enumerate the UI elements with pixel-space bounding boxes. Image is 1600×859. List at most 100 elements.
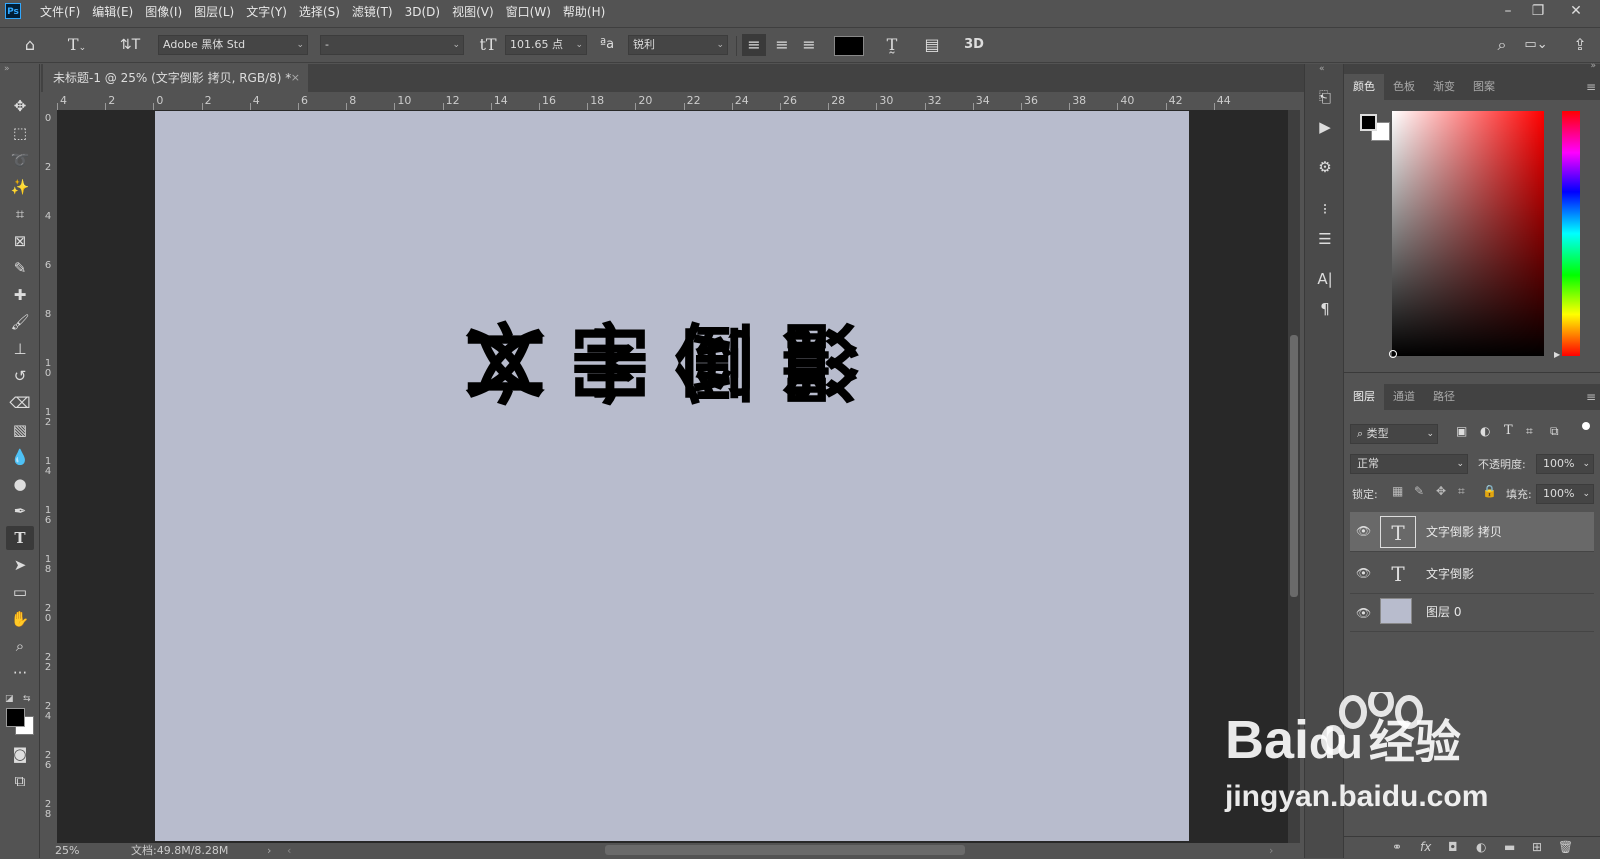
font-family-select[interactable]: Adobe 黑体 Std ⌄ xyxy=(158,35,308,55)
screen-mode-icon[interactable]: ⧉ xyxy=(6,769,34,793)
menu-view[interactable]: 视图(V) xyxy=(446,0,500,24)
character-panel-strip-icon[interactable]: A| xyxy=(1311,266,1339,292)
tab-paths[interactable]: 路径 xyxy=(1424,384,1464,410)
eyedropper-tool-icon[interactable]: ✎ xyxy=(6,256,34,280)
home-icon[interactable]: ⌂ xyxy=(18,34,42,56)
pen-tool-icon[interactable]: ✒ xyxy=(6,499,34,523)
tab-channels[interactable]: 通道 xyxy=(1384,384,1424,410)
blur-tool-icon[interactable]: 💧 xyxy=(6,445,34,469)
tab-close-icon[interactable]: × xyxy=(291,64,300,92)
type-tool-preset-icon[interactable]: T⌄ xyxy=(62,34,92,56)
quick-mask-icon[interactable]: ◙ xyxy=(6,742,34,766)
document-canvas[interactable]: 文 字 倒 影 文 字 倒 影 xyxy=(155,111,1189,841)
zoom-tool-icon[interactable]: ⌕ xyxy=(6,634,34,658)
hue-slider-handle[interactable]: ▶ xyxy=(1554,350,1560,359)
foreground-color-swatch[interactable] xyxy=(6,708,25,727)
move-tool-icon[interactable]: ✥ xyxy=(6,94,34,118)
properties-panel-icon[interactable]: ⚙ xyxy=(1311,154,1339,180)
font-size-select[interactable]: 101.65 点 ⌄ xyxy=(505,35,587,55)
gradient-tool-icon[interactable]: ▧ xyxy=(6,418,34,442)
menu-filter[interactable]: 滤镜(T) xyxy=(346,0,399,24)
lock-pixels-icon[interactable]: ✎ xyxy=(1414,484,1424,498)
new-adjustment-icon[interactable]: ◐ xyxy=(1476,840,1486,854)
adjustments-panel-icon[interactable]: ☰ xyxy=(1311,226,1339,252)
layer-row-text-copy[interactable]: 👁 T 文字倒影 拷贝 xyxy=(1350,512,1594,552)
menu-window[interactable]: 窗口(W) xyxy=(500,0,557,24)
horizontal-scroll-thumb[interactable] xyxy=(605,845,965,855)
layers-panel-menu-icon[interactable]: ≡ xyxy=(1586,384,1596,410)
stamp-tool-icon[interactable]: ⊥ xyxy=(6,337,34,361)
lock-transparency-icon[interactable]: ▦ xyxy=(1392,484,1403,498)
menu-edit[interactable]: 编辑(E) xyxy=(86,0,139,24)
dodge-tool-icon[interactable]: ● xyxy=(6,472,34,496)
minimize-icon[interactable]: – xyxy=(1493,0,1523,24)
filter-smart-object-icon[interactable]: ⧉ xyxy=(1550,424,1559,439)
menu-help[interactable]: 帮助(H) xyxy=(557,0,611,24)
swap-colors-icon[interactable]: ⇆ xyxy=(23,694,31,704)
workspace-icon[interactable]: ▭⌄ xyxy=(1520,34,1552,56)
menu-3d[interactable]: 3D(D) xyxy=(399,0,446,24)
close-icon[interactable]: ✕ xyxy=(1561,0,1591,24)
menu-type[interactable]: 文字(Y) xyxy=(240,0,293,24)
filter-shape-icon[interactable]: ⌗ xyxy=(1526,424,1533,439)
marquee-tool-icon[interactable]: ⬚ xyxy=(6,121,34,145)
visibility-eye-icon[interactable]: 👁 xyxy=(1356,524,1371,538)
layer-filter-select[interactable]: ⌕ 类型 ⌄ xyxy=(1350,424,1438,444)
frame-tool-icon[interactable]: ⊠ xyxy=(6,229,34,253)
layer-row-text[interactable]: 👁 T 文字倒影 xyxy=(1350,554,1594,594)
lock-position-icon[interactable]: ✥ xyxy=(1436,484,1446,498)
collapse-strip-icon[interactable]: « xyxy=(1319,64,1325,74)
visibility-eye-icon[interactable]: 👁 xyxy=(1356,566,1371,580)
document-tab[interactable]: 未标题-1 @ 25% (文字倒影 拷贝, RGB/8) * × xyxy=(43,64,308,92)
blend-mode-select[interactable]: 正常 ⌄ xyxy=(1350,454,1468,474)
lock-all-icon[interactable]: 🔒 xyxy=(1482,484,1497,498)
path-selection-tool-icon[interactable]: ➤ xyxy=(6,553,34,577)
tab-gradients[interactable]: 渐变 xyxy=(1424,74,1464,100)
color-panel-menu-icon[interactable]: ≡ xyxy=(1586,74,1596,100)
healing-brush-tool-icon[interactable]: ✚ xyxy=(6,283,34,307)
search-icon[interactable]: ⌕ xyxy=(1490,34,1514,56)
text-orientation-icon[interactable]: ⇅T xyxy=(118,34,142,56)
color-saturation-field[interactable] xyxy=(1392,111,1544,356)
fill-field[interactable]: 100% ⌄ xyxy=(1536,484,1594,504)
share-icon[interactable]: ⇪ xyxy=(1568,34,1592,56)
eraser-tool-icon[interactable]: ⌫ xyxy=(6,391,34,415)
menu-file[interactable]: 文件(F) xyxy=(34,0,86,24)
tab-swatches[interactable]: 色板 xyxy=(1384,74,1424,100)
restore-icon[interactable]: ❐ xyxy=(1523,0,1553,24)
tab-color[interactable]: 颜色 xyxy=(1344,74,1384,100)
scroll-left-icon[interactable]: ‹ xyxy=(287,843,291,858)
text-color-swatch[interactable] xyxy=(834,36,864,56)
paragraph-panel-icon[interactable]: ¶ xyxy=(1311,296,1339,322)
filter-toggle[interactable] xyxy=(1582,422,1590,430)
opacity-field[interactable]: 100% ⌄ xyxy=(1536,454,1594,474)
filter-adjustment-icon[interactable]: ◐ xyxy=(1480,424,1490,438)
align-right-icon[interactable]: ≡ xyxy=(797,34,821,56)
lasso-tool-icon[interactable]: ➰ xyxy=(6,148,34,172)
layer-row-background[interactable]: 👁 图层 0 xyxy=(1350,594,1594,632)
crop-tool-icon[interactable]: ⌗ xyxy=(6,202,34,226)
type-tool-icon[interactable]: T xyxy=(6,526,34,550)
history-brush-tool-icon[interactable]: ↺ xyxy=(6,364,34,388)
filter-pixel-icon[interactable]: ▣ xyxy=(1456,424,1467,438)
layer-style-icon[interactable]: fx xyxy=(1420,840,1431,854)
antialias-select[interactable]: 锐利 ⌄ xyxy=(628,35,728,55)
delete-layer-icon[interactable]: 🗑 xyxy=(1558,840,1573,854)
brush-tool-icon[interactable]: 🖌 xyxy=(6,310,34,334)
rectangle-tool-icon[interactable]: ▭ xyxy=(6,580,34,604)
scroll-right-icon[interactable]: › xyxy=(1269,843,1273,858)
collapse-icon[interactable]: » xyxy=(4,64,10,74)
new-group-icon[interactable]: ▬ xyxy=(1504,840,1515,854)
menu-select[interactable]: 选择(S) xyxy=(293,0,346,24)
default-colors-icon[interactable]: ◪ xyxy=(5,694,14,704)
lock-artboard-icon[interactable]: ⌗ xyxy=(1458,484,1465,499)
3d-button[interactable]: 3D xyxy=(960,34,988,56)
menu-image[interactable]: 图像(I) xyxy=(139,0,188,24)
visibility-eye-icon[interactable]: 👁 xyxy=(1356,606,1371,620)
link-layers-icon[interactable]: ⚭ xyxy=(1392,840,1402,854)
hand-tool-icon[interactable]: ✋ xyxy=(6,607,34,631)
align-left-icon[interactable]: ≡ xyxy=(742,34,766,56)
color-picker-marker[interactable] xyxy=(1389,350,1397,358)
actions-panel-icon[interactable]: ▶ xyxy=(1311,114,1339,140)
filter-type-icon[interactable]: T xyxy=(1504,423,1513,438)
